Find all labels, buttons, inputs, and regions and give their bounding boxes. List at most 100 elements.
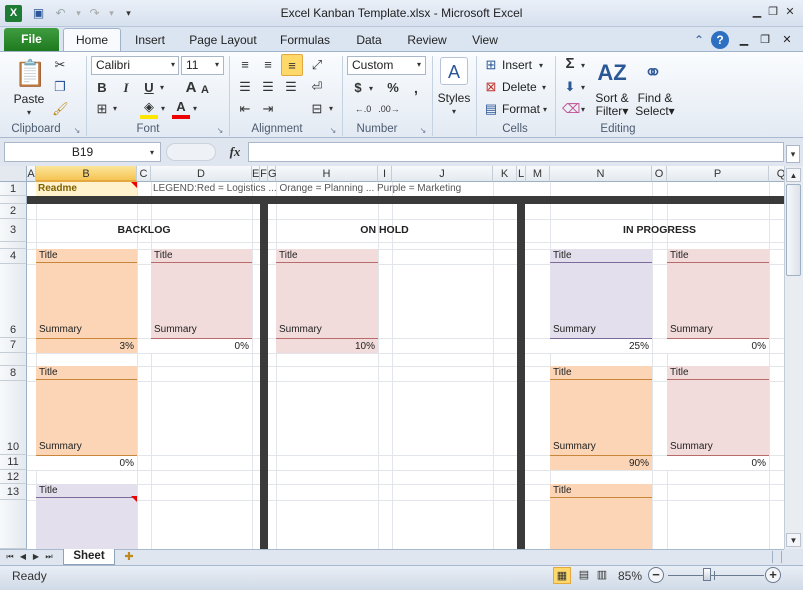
clipboard-launcher-icon[interactable]: ↘: [72, 123, 82, 139]
italic-button[interactable]: I: [118, 80, 134, 96]
page-break-view-icon[interactable]: ▥: [593, 567, 611, 584]
cut-icon[interactable]: ✂: [52, 57, 68, 73]
autosum-dropdown-icon[interactable]: ▾: [578, 58, 588, 74]
insert-sheet-icon[interactable]: ✚: [120, 550, 138, 564]
kanban-card[interactable]: Title Summary: [550, 249, 652, 338]
kanban-card[interactable]: Title Summary: [36, 249, 137, 338]
decrease-decimal-icon[interactable]: .00→: [376, 101, 402, 117]
align-center-icon[interactable]: ☰: [259, 79, 277, 95]
underline-dropdown-icon[interactable]: ▾: [157, 80, 167, 96]
help-icon[interactable]: ?: [711, 31, 729, 49]
font-launcher-icon[interactable]: ↘: [215, 123, 225, 139]
col-header[interactable]: H: [276, 166, 378, 182]
minimize-icon[interactable]: ▁: [750, 6, 764, 18]
delete-cells-icon[interactable]: ⊠: [483, 79, 499, 95]
col-header-selected[interactable]: B: [36, 166, 137, 182]
borders-dropdown-icon[interactable]: ▾: [110, 101, 120, 117]
increase-indent-icon[interactable]: ⇥: [259, 101, 277, 117]
doc-minimize-icon[interactable]: ▁: [737, 29, 751, 51]
kanban-card[interactable]: Title Summary: [667, 249, 769, 338]
col-header[interactable]: K: [493, 166, 517, 182]
copy-icon[interactable]: ❐: [52, 79, 68, 95]
col-header[interactable]: J: [392, 166, 493, 182]
normal-view-icon[interactable]: ▦: [553, 567, 571, 584]
row-header[interactable]: [0, 196, 27, 204]
row-header[interactable]: 4: [0, 249, 27, 264]
find-select-button[interactable]: Find & Select▾: [634, 92, 676, 118]
row-header[interactable]: 1: [0, 182, 27, 196]
row-header[interactable]: 10: [0, 381, 27, 455]
alignment-launcher-icon[interactable]: ↘: [328, 123, 338, 139]
format-dropdown-icon[interactable]: ▾: [540, 102, 550, 118]
paste-dropdown-icon[interactable]: ▾: [24, 105, 34, 121]
tab-page-layout[interactable]: Page Layout: [182, 29, 264, 51]
font-name-dropdown-icon[interactable]: ▾: [168, 57, 178, 73]
row-header[interactable]: 11: [0, 455, 27, 470]
col-header[interactable]: D: [151, 166, 252, 182]
save-icon[interactable]: ▣: [30, 5, 47, 22]
font-name-combo[interactable]: Calibri: [91, 56, 179, 75]
col-header[interactable]: A: [27, 166, 36, 182]
bold-button[interactable]: B: [94, 80, 110, 96]
row-header[interactable]: 8: [0, 366, 27, 381]
merge-dropdown-icon[interactable]: ▾: [326, 101, 336, 117]
comma-style-icon[interactable]: ,: [408, 80, 424, 96]
excel-icon[interactable]: X: [5, 5, 22, 22]
paste-icon[interactable]: 📋: [14, 56, 46, 90]
tab-review[interactable]: Review: [400, 29, 454, 51]
name-box[interactable]: B19: [4, 142, 161, 162]
shrink-font-icon[interactable]: A: [199, 82, 211, 98]
fill-color-dropdown-icon[interactable]: ▾: [158, 101, 168, 117]
align-top-icon[interactable]: ≡: [236, 57, 254, 73]
format-cells-icon[interactable]: ▤: [483, 101, 499, 117]
doc-close-icon[interactable]: ✕: [780, 29, 794, 51]
zoom-in-button[interactable]: +: [765, 567, 781, 583]
page-layout-view-icon[interactable]: ▤: [575, 567, 593, 584]
prev-sheet-icon[interactable]: ◀: [17, 550, 29, 564]
number-launcher-icon[interactable]: ↘: [418, 123, 428, 139]
underline-button[interactable]: U: [141, 80, 157, 96]
currency-dropdown-icon[interactable]: ▾: [366, 81, 376, 97]
tab-home[interactable]: Home: [63, 28, 121, 52]
styles-button[interactable]: Styles: [437, 91, 471, 105]
row-header[interactable]: [0, 242, 27, 249]
grow-font-icon[interactable]: A: [183, 80, 199, 96]
col-header[interactable]: I: [378, 166, 392, 182]
col-header[interactable]: Q: [769, 166, 784, 182]
styles-icon[interactable]: A: [440, 57, 468, 85]
merge-center-icon[interactable]: ⊟: [308, 101, 326, 117]
tab-view[interactable]: View: [462, 29, 508, 51]
zoom-level[interactable]: 85%: [618, 569, 642, 583]
col-header[interactable]: P: [667, 166, 769, 182]
align-left-icon[interactable]: ☰: [236, 79, 254, 95]
last-sheet-icon[interactable]: ⏭: [43, 550, 55, 564]
col-header[interactable]: N: [550, 166, 652, 182]
undo-dropdown-icon[interactable]: ▾: [70, 5, 87, 22]
format-painter-icon[interactable]: 🖌: [52, 101, 69, 117]
align-bottom-icon[interactable]: ≡: [281, 54, 303, 76]
binoculars-icon[interactable]: ⚭: [638, 58, 668, 88]
align-middle-icon[interactable]: ≡: [259, 57, 277, 73]
number-format-dropdown-icon[interactable]: ▾: [414, 57, 424, 73]
row-header[interactable]: 12: [0, 470, 27, 484]
fill-icon[interactable]: ⬇: [562, 79, 578, 95]
kanban-card[interactable]: Title Summary: [550, 366, 652, 455]
undo-icon[interactable]: ↶: [52, 5, 69, 22]
sort-filter-button[interactable]: Sort & Filter▾: [594, 92, 630, 118]
tab-formulas[interactable]: Formulas: [272, 29, 338, 51]
col-header[interactable]: M: [526, 166, 550, 182]
format-button[interactable]: Format: [502, 102, 540, 116]
currency-button[interactable]: $: [351, 80, 365, 96]
kanban-card[interactable]: Title Summary: [667, 366, 769, 455]
col-header[interactable]: C: [137, 166, 151, 182]
redo-dropdown-icon[interactable]: ▾: [103, 5, 120, 22]
fill-color-icon[interactable]: ◈: [140, 99, 158, 119]
kanban-card[interactable]: Title Summary: [276, 249, 378, 338]
col-header[interactable]: O: [652, 166, 667, 182]
row-header[interactable]: 2: [0, 204, 27, 219]
zoom-slider-thumb[interactable]: [703, 568, 711, 581]
delete-dropdown-icon[interactable]: ▾: [539, 80, 549, 96]
sheet-tab[interactable]: Sheet: [63, 549, 115, 565]
scroll-up-icon[interactable]: ▲: [786, 168, 801, 182]
row-header[interactable]: [0, 353, 27, 366]
